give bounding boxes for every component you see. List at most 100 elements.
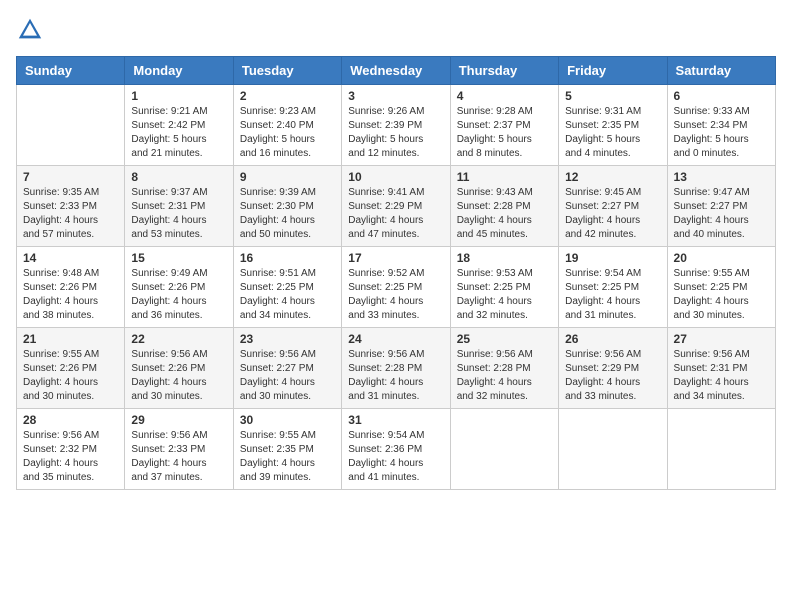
day-info: Sunrise: 9:43 AM Sunset: 2:28 PM Dayligh…	[457, 186, 552, 242]
day-cell: 26 Sunrise: 9:56 AM Sunset: 2:29 PM Dayli…	[559, 328, 667, 409]
day-info: Sunrise: 9:54 AM Sunset: 2:25 PM Dayligh…	[565, 267, 660, 323]
day-number: 23	[240, 332, 335, 346]
day-cell: 27 Sunrise: 9:56 AM Sunset: 2:31 PM Dayli…	[667, 328, 775, 409]
day-number: 7	[23, 170, 118, 184]
day-info: Sunrise: 9:55 AM Sunset: 2:26 PM Dayligh…	[23, 348, 118, 404]
weekday-header-saturday: Saturday	[667, 57, 775, 85]
day-cell	[667, 409, 775, 490]
day-info: Sunrise: 9:54 AM Sunset: 2:36 PM Dayligh…	[348, 429, 443, 485]
day-info: Sunrise: 9:37 AM Sunset: 2:31 PM Dayligh…	[131, 186, 226, 242]
day-cell: 30 Sunrise: 9:55 AM Sunset: 2:35 PM Dayli…	[233, 409, 341, 490]
day-cell: 14 Sunrise: 9:48 AM Sunset: 2:26 PM Dayli…	[17, 247, 125, 328]
day-cell: 29Sunrise: 9:56 AM Sunset: 2:33 PM Dayli…	[125, 409, 233, 490]
day-cell: 5Sunrise: 9:31 AM Sunset: 2:35 PM Daylig…	[559, 85, 667, 166]
day-number: 31	[348, 413, 443, 427]
day-number: 28	[23, 413, 118, 427]
weekday-header-row: SundayMondayTuesdayWednesdayThursdayFrid…	[17, 57, 776, 85]
day-info: Sunrise: 9:41 AM Sunset: 2:29 PM Dayligh…	[348, 186, 443, 242]
day-info: Sunrise: 9:56 AM Sunset: 2:29 PM Dayligh…	[565, 348, 660, 404]
day-info: Sunrise: 9:39 AM Sunset: 2:30 PM Dayligh…	[240, 186, 335, 242]
day-cell: 16Sunrise: 9:51 AM Sunset: 2:25 PM Dayli…	[233, 247, 341, 328]
day-number: 6	[674, 89, 769, 103]
day-cell: 11 Sunrise: 9:43 AM Sunset: 2:28 PM Dayli…	[450, 166, 558, 247]
day-info: Sunrise: 9:56 AM Sunset: 2:31 PM Dayligh…	[674, 348, 769, 404]
day-cell: 28 Sunrise: 9:56 AM Sunset: 2:32 PM Dayli…	[17, 409, 125, 490]
day-cell: 7 Sunrise: 9:35 AM Sunset: 2:33 PM Daylig…	[17, 166, 125, 247]
day-info: Sunrise: 9:56 AM Sunset: 2:33 PM Dayligh…	[131, 429, 226, 485]
day-info: Sunrise: 9:56 AM Sunset: 2:32 PM Dayligh…	[23, 429, 118, 485]
day-cell: 19 Sunrise: 9:54 AM Sunset: 2:25 PM Dayli…	[559, 247, 667, 328]
day-number: 22	[131, 332, 226, 346]
weekday-header-thursday: Thursday	[450, 57, 558, 85]
weekday-header-sunday: Sunday	[17, 57, 125, 85]
weekday-header-tuesday: Tuesday	[233, 57, 341, 85]
day-cell: 12 Sunrise: 9:45 AM Sunset: 2:27 PM Dayli…	[559, 166, 667, 247]
day-cell: 23Sunrise: 9:56 AM Sunset: 2:27 PM Dayli…	[233, 328, 341, 409]
day-info: Sunrise: 9:55 AM Sunset: 2:35 PM Dayligh…	[240, 429, 335, 485]
day-cell: 10 Sunrise: 9:41 AM Sunset: 2:29 PM Dayli…	[342, 166, 450, 247]
day-info: Sunrise: 9:33 AM Sunset: 2:34 PM Dayligh…	[674, 105, 769, 161]
week-row-2: 7 Sunrise: 9:35 AM Sunset: 2:33 PM Daylig…	[17, 166, 776, 247]
calendar: SundayMondayTuesdayWednesdayThursdayFrid…	[16, 56, 776, 490]
day-number: 5	[565, 89, 660, 103]
day-cell: 6 Sunrise: 9:33 AM Sunset: 2:34 PM Daylig…	[667, 85, 775, 166]
day-number: 12	[565, 170, 660, 184]
day-info: Sunrise: 9:47 AM Sunset: 2:27 PM Dayligh…	[674, 186, 769, 242]
day-info: Sunrise: 9:49 AM Sunset: 2:26 PM Dayligh…	[131, 267, 226, 323]
day-info: Sunrise: 9:48 AM Sunset: 2:26 PM Dayligh…	[23, 267, 118, 323]
day-info: Sunrise: 9:56 AM Sunset: 2:28 PM Dayligh…	[457, 348, 552, 404]
day-cell: 2Sunrise: 9:23 AM Sunset: 2:40 PM Daylig…	[233, 85, 341, 166]
weekday-header-monday: Monday	[125, 57, 233, 85]
day-info: Sunrise: 9:21 AM Sunset: 2:42 PM Dayligh…	[131, 105, 226, 161]
day-info: Sunrise: 9:45 AM Sunset: 2:27 PM Dayligh…	[565, 186, 660, 242]
day-cell: 31 Sunrise: 9:54 AM Sunset: 2:36 PM Dayli…	[342, 409, 450, 490]
day-info: Sunrise: 9:51 AM Sunset: 2:25 PM Dayligh…	[240, 267, 335, 323]
week-row-1: 1 Sunrise: 9:21 AM Sunset: 2:42 PM Daylig…	[17, 85, 776, 166]
weekday-header-friday: Friday	[559, 57, 667, 85]
day-number: 25	[457, 332, 552, 346]
day-cell: 9 Sunrise: 9:39 AM Sunset: 2:30 PM Daylig…	[233, 166, 341, 247]
day-info: Sunrise: 9:56 AM Sunset: 2:28 PM Dayligh…	[348, 348, 443, 404]
day-number: 30	[240, 413, 335, 427]
day-cell: 25 Sunrise: 9:56 AM Sunset: 2:28 PM Dayli…	[450, 328, 558, 409]
day-number: 8	[131, 170, 226, 184]
day-number: 11	[457, 170, 552, 184]
day-info: Sunrise: 9:35 AM Sunset: 2:33 PM Dayligh…	[23, 186, 118, 242]
day-number: 26	[565, 332, 660, 346]
day-cell: 24 Sunrise: 9:56 AM Sunset: 2:28 PM Dayli…	[342, 328, 450, 409]
day-cell: 15 Sunrise: 9:49 AM Sunset: 2:26 PM Dayli…	[125, 247, 233, 328]
day-number: 9	[240, 170, 335, 184]
day-number: 10	[348, 170, 443, 184]
day-number: 14	[23, 251, 118, 265]
day-number: 19	[565, 251, 660, 265]
week-row-4: 21Sunrise: 9:55 AM Sunset: 2:26 PM Dayli…	[17, 328, 776, 409]
day-number: 17	[348, 251, 443, 265]
day-cell: 13 Sunrise: 9:47 AM Sunset: 2:27 PM Dayli…	[667, 166, 775, 247]
day-info: Sunrise: 9:28 AM Sunset: 2:37 PM Dayligh…	[457, 105, 552, 161]
day-cell: 18 Sunrise: 9:53 AM Sunset: 2:25 PM Dayli…	[450, 247, 558, 328]
day-number: 15	[131, 251, 226, 265]
day-cell: 17 Sunrise: 9:52 AM Sunset: 2:25 PM Dayli…	[342, 247, 450, 328]
day-info: Sunrise: 9:52 AM Sunset: 2:25 PM Dayligh…	[348, 267, 443, 323]
logo	[16, 16, 48, 44]
day-number: 18	[457, 251, 552, 265]
day-number: 27	[674, 332, 769, 346]
week-row-3: 14 Sunrise: 9:48 AM Sunset: 2:26 PM Dayli…	[17, 247, 776, 328]
day-number: 3	[348, 89, 443, 103]
day-cell: 1 Sunrise: 9:21 AM Sunset: 2:42 PM Daylig…	[125, 85, 233, 166]
day-info: Sunrise: 9:23 AM Sunset: 2:40 PM Dayligh…	[240, 105, 335, 161]
day-info: Sunrise: 9:53 AM Sunset: 2:25 PM Dayligh…	[457, 267, 552, 323]
header	[16, 16, 776, 44]
day-number: 24	[348, 332, 443, 346]
day-info: Sunrise: 9:56 AM Sunset: 2:26 PM Dayligh…	[131, 348, 226, 404]
day-number: 13	[674, 170, 769, 184]
day-cell: 4 Sunrise: 9:28 AM Sunset: 2:37 PM Daylig…	[450, 85, 558, 166]
logo-icon	[16, 16, 44, 44]
day-info: Sunrise: 9:26 AM Sunset: 2:39 PM Dayligh…	[348, 105, 443, 161]
day-number: 4	[457, 89, 552, 103]
day-cell: 22 Sunrise: 9:56 AM Sunset: 2:26 PM Dayli…	[125, 328, 233, 409]
day-cell: 21Sunrise: 9:55 AM Sunset: 2:26 PM Dayli…	[17, 328, 125, 409]
day-number: 1	[131, 89, 226, 103]
day-cell	[17, 85, 125, 166]
week-row-5: 28 Sunrise: 9:56 AM Sunset: 2:32 PM Dayli…	[17, 409, 776, 490]
